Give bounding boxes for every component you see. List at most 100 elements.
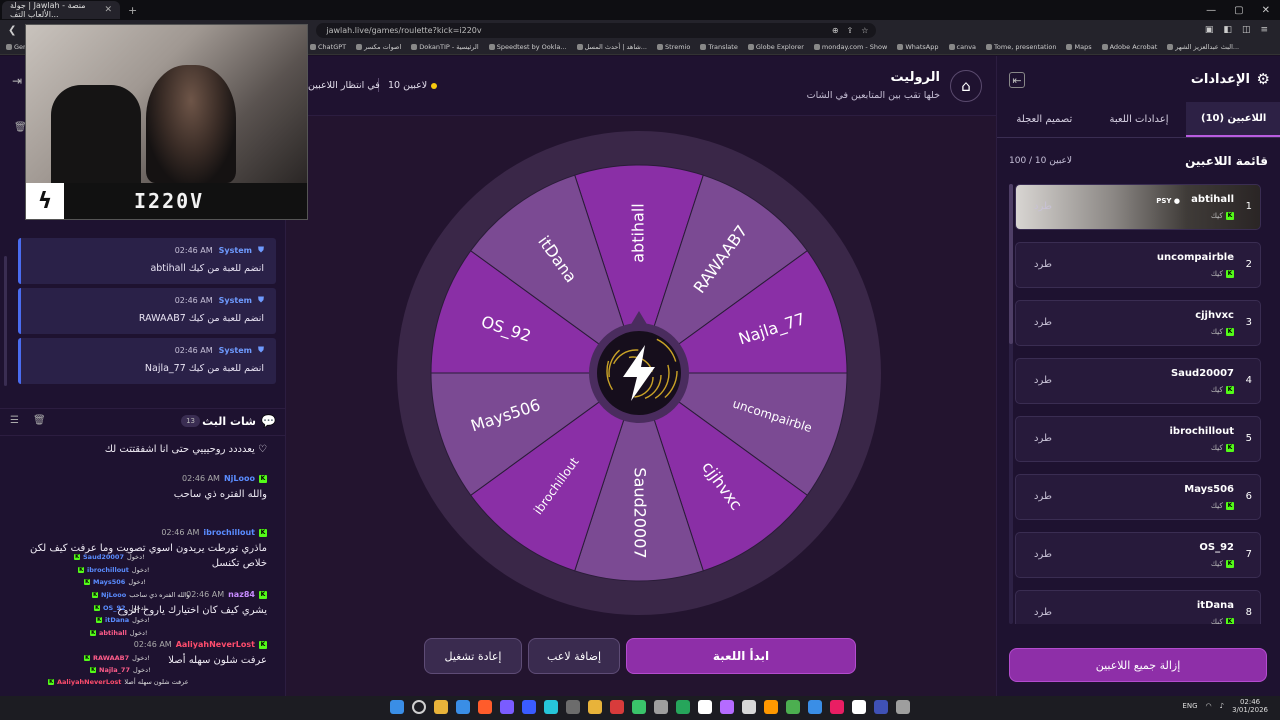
chat-username[interactable]: ibrochillout [203,528,255,537]
list-icon[interactable]: ☰ [10,415,19,426]
kick-player-button[interactable]: طرد [1034,317,1052,328]
players-count: 10 لاعبين [388,80,438,91]
collapse-panel-icon[interactable]: ⇤ [1009,72,1025,88]
app-icon[interactable] [808,700,822,714]
url-field[interactable]: jawlah.live/games/roulette?kick=i220v ⊕ … [316,22,877,38]
bookmark-favicon-icon [488,44,495,50]
chat-overlay-line: Kabtihall دخول! [90,629,148,637]
bookmark-item[interactable]: Gen [6,43,27,51]
tab-players[interactable]: اللاعبين (10) [1186,102,1280,137]
browser-tab[interactable]: جولة | Jawlah - منصة الألعاب التف... ✕ [2,1,120,19]
bookmark-item[interactable]: DokanTIP - الرئيسية [411,43,479,51]
tab-wheel-design[interactable]: تصميم العجلة [997,102,1092,137]
minimize-icon[interactable]: — [1206,5,1216,16]
zoom-icon[interactable]: ⊕ [832,26,839,35]
roulette-wheel[interactable]: abtihall RAWAAB7 Najla_77 uncompairble cjjhv… [396,130,882,616]
player-number: 6 [1245,491,1252,502]
tab-game-settings[interactable]: إعدادات اللعبة [1092,102,1187,137]
bookmark-item[interactable]: ChatGPT [310,43,346,51]
players-scrollbar[interactable] [1009,184,1013,624]
bookmark-item[interactable]: canva [948,43,976,51]
bookmark-favicon-icon [700,44,707,50]
chat-username[interactable]: AaliyahNeverLost [176,640,255,649]
bookmark-item[interactable]: Translate [700,43,738,51]
player-row: 2 uncompairble كيك K طرد [1015,242,1261,288]
bookmark-star-icon[interactable]: ☆ [861,26,868,35]
kick-player-button[interactable]: طرد [1034,259,1052,270]
kick-icon: K [1226,211,1234,220]
share-icon[interactable]: ⇪ [847,26,854,35]
back-icon[interactable]: ❮ [8,25,16,36]
add-player-button[interactable]: إضافة لاعب [528,638,620,674]
start-game-button[interactable]: ابدأ اللعبة [626,638,856,674]
store-icon[interactable] [456,700,470,714]
settings-icon[interactable] [566,700,580,714]
photos-icon[interactable] [654,700,668,714]
close-window-icon[interactable]: ✕ [1262,5,1270,16]
bookmark-item[interactable]: WhatsApp [897,43,939,51]
scrollbar[interactable] [4,256,7,386]
app-icon[interactable] [500,700,514,714]
notes-icon[interactable] [588,700,602,714]
language-indicator[interactable]: ENG [1182,702,1197,710]
app-icon[interactable] [698,700,712,714]
app-icon[interactable] [632,700,646,714]
app-icon[interactable] [852,700,866,714]
kick-player-button[interactable]: طرد [1034,201,1052,212]
kick-player-button[interactable]: طرد [1034,375,1052,386]
app-icon[interactable] [896,700,910,714]
remove-all-players-button[interactable]: إزالة جميع اللاعبين [1009,648,1267,682]
kick-player-button[interactable]: طرد [1034,491,1052,502]
app-icon[interactable] [874,700,888,714]
close-tab-icon[interactable]: ✕ [104,5,112,15]
app-icon[interactable] [742,700,756,714]
wallet-icon[interactable]: ◫ [1242,25,1251,35]
maximize-icon[interactable]: ▢ [1234,5,1243,16]
bookmark-item[interactable]: Globe Explorer [747,43,804,51]
kick-player-button[interactable]: طرد [1034,607,1052,618]
wifi-icon[interactable]: ◠ [1206,702,1212,710]
clock[interactable]: 02:46 3/01/2026 [1232,698,1268,715]
bookmark-item[interactable]: Maps [1066,43,1092,51]
search-icon[interactable] [412,700,426,714]
menu-icon[interactable]: ≡ [1260,25,1268,35]
bookmark-item[interactable]: Stremio [656,43,690,51]
kick-icon: K [259,640,267,649]
player-source: كيك K [1210,617,1234,624]
bookmark-item[interactable]: Speedtest by Ookla... [488,43,567,51]
clear-chat-icon[interactable]: 🗑 [33,415,46,426]
app-icon[interactable] [720,700,734,714]
bookmark-item[interactable]: Adobe Acrobat [1101,43,1157,51]
kick-player-button[interactable]: طرد [1034,433,1052,444]
app-icon[interactable] [786,700,800,714]
scroll-thumb[interactable] [1009,184,1013,344]
bookmark-item[interactable]: اصوات مكسر [356,43,401,51]
chat-message-text: والله الفتره ذي ساحب [173,489,267,500]
chat-username[interactable]: naz84 [228,590,255,599]
app-icon[interactable] [610,700,624,714]
bookmark-item[interactable]: البث عبدالعزيز الشهر... [1167,43,1239,51]
obs-icon[interactable] [544,700,558,714]
chat-username[interactable]: NjLooo [224,474,255,483]
home-button[interactable]: ⌂ [950,70,982,102]
discord-icon[interactable] [522,700,536,714]
file-explorer-icon[interactable] [434,700,448,714]
expand-panel-icon[interactable]: ⇥ [12,74,22,88]
app-icon[interactable] [830,700,844,714]
brave-icon[interactable] [478,700,492,714]
new-tab-icon[interactable]: + [128,4,137,17]
app-icon[interactable] [676,700,690,714]
system-message-text: Najla_77 انضم للعبة من كيك [144,363,264,374]
chat-overlay-line: K RAWAAB7 دخول! [84,654,150,662]
bookmark-item[interactable]: شاهد | أحدث المسل... [576,43,647,51]
chat-overlay-line: K OS_92 دخول! [94,604,147,612]
volume-icon[interactable]: ♪ [1220,702,1224,710]
bookmark-item[interactable]: Tome, presentation [986,43,1056,51]
reset-button[interactable]: إعادة تشغيل [424,638,522,674]
sidebar-icon[interactable]: ◧ [1223,25,1232,35]
kick-player-button[interactable]: طرد [1034,549,1052,560]
extension-icon[interactable]: ▣ [1205,25,1214,35]
bookmark-item[interactable]: monday.com - Show [813,43,887,51]
app-icon[interactable] [764,700,778,714]
start-icon[interactable] [390,700,404,714]
